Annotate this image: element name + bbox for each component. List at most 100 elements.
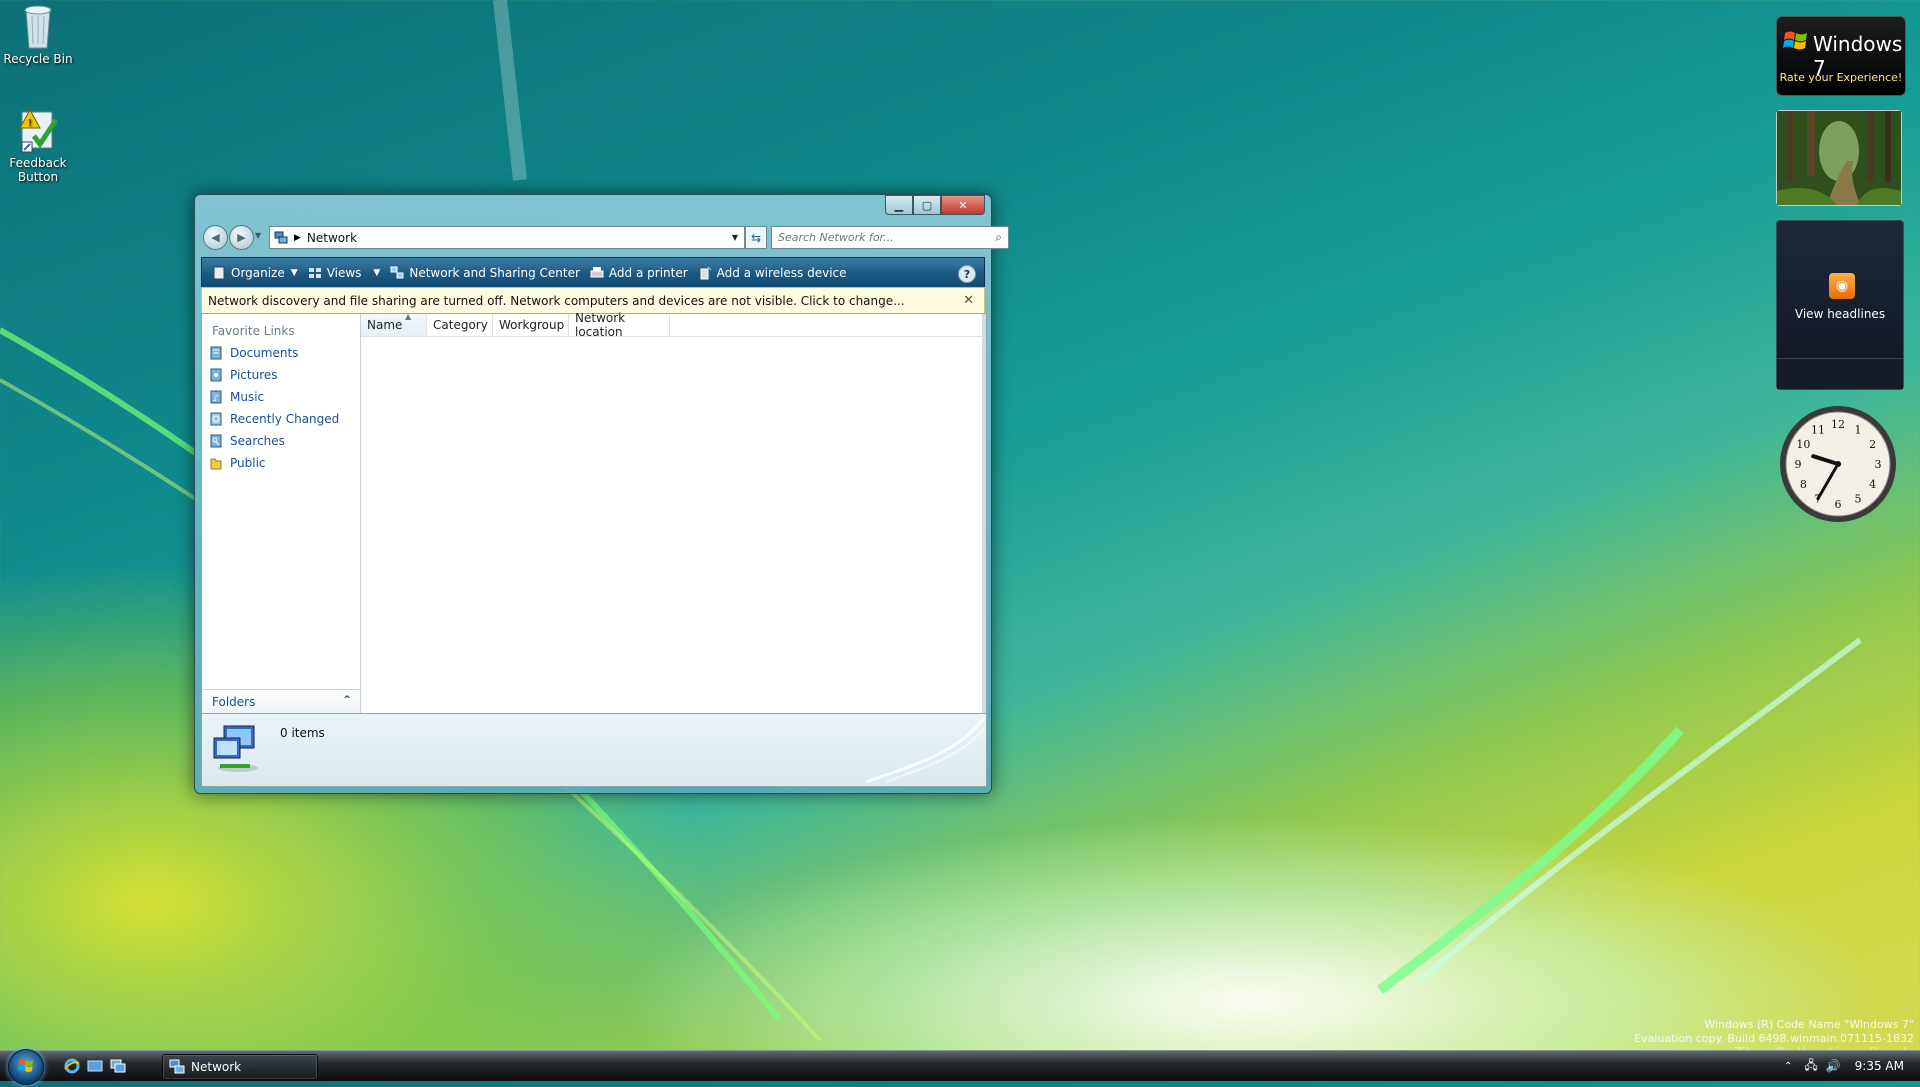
back-button[interactable]: ◀ (203, 225, 228, 250)
nav-item-searches[interactable]: Searches (210, 434, 285, 448)
documents-icon (210, 346, 222, 360)
slideshow-gadget[interactable] (1776, 110, 1902, 206)
clock-number: 1 (1855, 423, 1862, 436)
views-label: Views (326, 266, 362, 280)
sort-ascending-icon: ▲ (405, 312, 412, 321)
organize-icon (212, 266, 226, 280)
show-desktop-icon[interactable] (87, 1058, 103, 1074)
nav-item-label: Pictures (230, 368, 278, 382)
breadcrumb-chevron[interactable]: ▶ (294, 233, 301, 243)
searches-icon (210, 434, 222, 448)
folders-bar[interactable]: Folders ⌃ (202, 689, 360, 714)
add-printer-label: Add a printer (608, 266, 688, 280)
address-dropdown-icon[interactable]: ▼ (732, 233, 738, 242)
nav-item-public[interactable]: Public (210, 456, 266, 470)
taskbar-clock[interactable]: 9:35 AM (1855, 1059, 1904, 1073)
refresh-button[interactable]: ⇆ (745, 226, 767, 249)
rss-feed-icon: ◉ (1829, 273, 1855, 299)
volume-icon[interactable]: 🔊 (1826, 1059, 1841, 1073)
help-button[interactable]: ? (958, 265, 976, 283)
recycle-bin-icon (24, 5, 52, 49)
column-workgroup[interactable]: Workgroup (493, 314, 569, 336)
forest-photo (1777, 111, 1901, 205)
clock-number: 2 (1869, 438, 1876, 451)
search-input[interactable] (776, 230, 980, 245)
feed-headlines-gadget[interactable]: ◉ View headlines (1776, 220, 1904, 390)
file-list[interactable]: Name ▲ Category Workgroup Network locati… (361, 311, 986, 714)
column-label: Name (367, 318, 403, 332)
column-name[interactable]: Name ▲ (361, 312, 427, 336)
watermark-line-1: Windows (R) Code Name "Windows 7" (1704, 1018, 1914, 1031)
internet-explorer-icon[interactable] (64, 1058, 80, 1074)
views-icon (308, 266, 322, 280)
notification-area: ⌃ 🖧 🔊 9:35 AM (1784, 1051, 1920, 1081)
recent-pages-dropdown[interactable]: ▼ (255, 231, 261, 240)
command-bar: Organize ▼ Views ▼ Network and Sharing Ce… (201, 257, 985, 289)
view-headlines-label[interactable]: View headlines (1777, 307, 1903, 321)
desktop-icon-feedback-button[interactable]: ! Feedback Button (0, 106, 78, 184)
column-network-location[interactable]: Network location (569, 311, 670, 339)
windows-logo-icon (1783, 31, 1807, 50)
switch-windows-icon[interactable] (110, 1058, 126, 1074)
nav-item-label: Public (230, 456, 266, 470)
maximize-button[interactable]: ▢ (913, 195, 941, 215)
nav-item-pictures[interactable]: Pictures (210, 368, 278, 382)
nav-item-music[interactable]: ♪ Music (210, 390, 264, 404)
item-count: 0 items (280, 726, 325, 740)
nav-item-label: Recently Changed (230, 412, 340, 426)
recently-changed-icon (210, 412, 222, 426)
column-label: Category (433, 318, 488, 332)
clock-number: 12 (1831, 418, 1845, 431)
nav-item-documents[interactable]: Documents (210, 346, 298, 360)
search-icon[interactable]: ⌕ (995, 230, 1002, 245)
views-dropdown[interactable]: ▼ (373, 261, 380, 285)
add-wireless-device-button[interactable]: Add a wireless device (698, 261, 847, 285)
clock-number: 10 (1796, 438, 1810, 451)
nav-item-label: Documents (230, 346, 299, 360)
explorer-window: ▁ ▢ ✕ ◀ ▶ ▼ ▶ Network ▼ ⇆ ⌕ Organize ▼ Vi… (194, 194, 1009, 794)
network-computers-icon (213, 725, 258, 772)
chevron-up-icon[interactable]: ⌃ (342, 693, 352, 707)
taskbar: Network ⌃ 🖧 🔊 9:35 AM (0, 1049, 1920, 1085)
clock-gadget[interactable]: 123456789101112 (1778, 404, 1898, 524)
close-button[interactable]: ✕ (941, 195, 985, 215)
nav-item-label: Music (230, 390, 265, 404)
breadcrumb-network[interactable]: Network (307, 231, 357, 245)
infobar-text: Network discovery and file sharing are t… (208, 293, 905, 308)
music-icon: ♪ (210, 390, 222, 404)
desktop-icon-label: Recycle Bin (3, 52, 73, 66)
windows7-rating-gadget[interactable]: Windows 7 Rate your Experience! (1776, 16, 1906, 96)
network-status-icon[interactable]: 🖧 (1804, 1056, 1817, 1077)
forward-button[interactable]: ▶ (229, 225, 254, 250)
desktop-icon-recycle-bin[interactable]: Recycle Bin (0, 2, 78, 66)
add-printer-button[interactable]: Add a printer (590, 261, 688, 285)
close-infobar-icon[interactable]: ✕ (963, 293, 974, 308)
organize-button[interactable]: Organize ▼ (212, 261, 298, 285)
vertical-scrollbar[interactable] (982, 314, 986, 714)
taskbar-button-network[interactable]: Network (162, 1054, 318, 1080)
network-sharing-center-button[interactable]: Network and Sharing Center (390, 261, 580, 285)
folders-label: Folders (212, 695, 256, 709)
search-box[interactable]: ⌕ (771, 226, 1009, 249)
column-header: Name ▲ Category Workgroup Network locati… (361, 311, 986, 339)
taskbar-button-label: Network (191, 1060, 242, 1074)
address-bar[interactable]: ▶ Network ▼ (269, 226, 745, 249)
svg-text:!: ! (28, 118, 32, 129)
printer-icon (590, 266, 604, 280)
organize-label: Organize (231, 266, 285, 280)
nav-item-label: Searches (230, 434, 285, 448)
svg-text:♪: ♪ (213, 394, 219, 404)
clock-center (1835, 461, 1841, 467)
show-hidden-icons-icon[interactable]: ⌃ (1784, 1061, 1792, 1072)
network-center-icon (390, 266, 404, 280)
nav-item-recently-changed[interactable]: Recently Changed (210, 412, 339, 426)
network-sharing-label: Network and Sharing Center (409, 266, 580, 280)
column-category[interactable]: Category (427, 314, 493, 336)
views-button[interactable]: Views (308, 261, 362, 285)
network-icon (169, 1059, 185, 1074)
minimize-button[interactable]: ▁ (885, 195, 913, 215)
explorer-content: Favorite Links Documents Pictures ♪ Musi… (201, 311, 987, 715)
clock-number: 5 (1855, 493, 1862, 506)
navigation-pane: Favorite Links Documents Pictures ♪ Musi… (202, 314, 361, 714)
information-bar[interactable]: Network discovery and file sharing are t… (201, 287, 985, 314)
